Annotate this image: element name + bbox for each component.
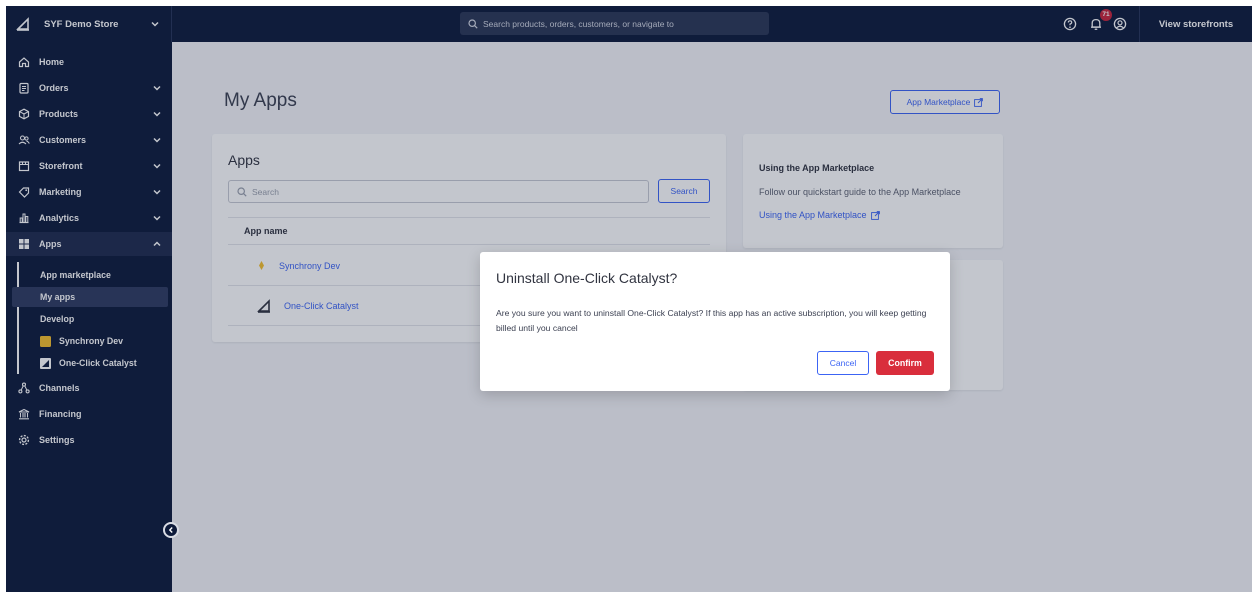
confirm-button[interactable]: Confirm	[876, 351, 934, 375]
sidebar-collapse-button[interactable]	[163, 522, 179, 538]
app-window: SYF Demo Store Search products, orders, …	[6, 6, 1252, 592]
uninstall-confirm-dialog: Uninstall One-Click Catalyst? Are you su…	[480, 252, 950, 391]
dialog-message: Are you sure you want to uninstall One-C…	[496, 308, 927, 333]
chevron-left-icon	[168, 527, 173, 533]
dialog-title: Uninstall One-Click Catalyst?	[496, 270, 678, 286]
cancel-button[interactable]: Cancel	[817, 351, 869, 375]
